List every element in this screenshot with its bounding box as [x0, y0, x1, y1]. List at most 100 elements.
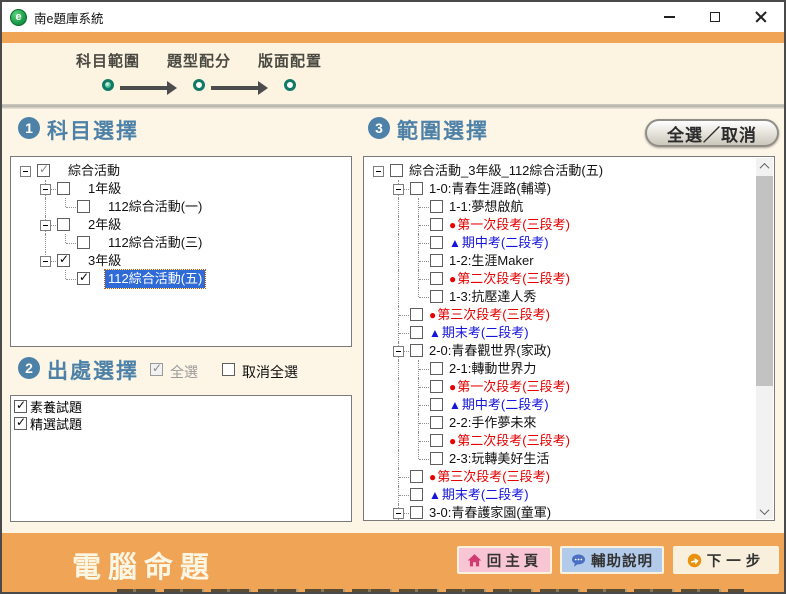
tree-item-label[interactable]: ●第三次段考(三段考) [426, 468, 553, 486]
tree-checkbox[interactable] [390, 164, 403, 177]
tree-guide [369, 288, 389, 306]
list-item-label[interactable]: 精選試題 [30, 414, 82, 433]
tree-expander-icon[interactable] [40, 256, 51, 267]
tree-checkbox[interactable] [37, 164, 50, 177]
tree-checkbox[interactable] [77, 200, 90, 213]
list-checkbox[interactable] [14, 400, 27, 413]
tree-connector [409, 414, 429, 432]
tree-checkbox-cell [76, 198, 93, 216]
tree-item-label[interactable]: 112綜合活動(一) [105, 198, 205, 216]
minimize-icon [664, 16, 675, 18]
tree-checkbox[interactable] [430, 452, 443, 465]
tree-expander-icon[interactable] [20, 166, 31, 177]
tree-checkbox-cell [409, 306, 426, 324]
tree-item-label[interactable]: 1-3:抗壓達人秀 [446, 288, 539, 306]
tree-row: 3-0:青春護家園(童軍) [369, 504, 774, 521]
tree-expander-icon[interactable] [393, 346, 404, 357]
tree-row: ●第二次段考(三段考) [369, 432, 774, 450]
tree-item-label[interactable]: ▲期末考(二段考) [426, 324, 532, 342]
tree-checkbox[interactable] [77, 272, 90, 285]
tree-item-label[interactable]: ▲期中考(二段考) [446, 396, 552, 414]
app-logo-icon: e [10, 9, 27, 26]
tree-item-label[interactable]: ●第二次段考(三段考) [446, 432, 573, 450]
tree-checkbox[interactable] [430, 254, 443, 267]
help-bubble-icon [571, 553, 586, 568]
tree-checkbox-cell [429, 378, 446, 396]
tree-item-label[interactable]: 1年級 [85, 180, 124, 198]
tree-item-label[interactable]: ●第二次段考(三段考) [446, 270, 573, 288]
close-button[interactable] [738, 2, 784, 32]
tree-checkbox[interactable] [57, 182, 70, 195]
tree-checkbox-cell [429, 216, 446, 234]
tree-item-label[interactable]: 1-1:夢想啟航 [446, 198, 526, 216]
tree-item-label[interactable]: 2-2:手作夢未來 [446, 414, 539, 432]
tree-checkbox[interactable] [410, 488, 423, 501]
tree-item-label[interactable]: 112綜合活動(三) [105, 234, 205, 252]
tree-guide [16, 252, 36, 270]
tree-expander-icon[interactable] [40, 220, 51, 231]
tree-item-label[interactable]: 3年級 [85, 252, 124, 270]
wizard-step-label: 科目範圍 [76, 50, 140, 71]
deselect-all-checkbox[interactable] [222, 363, 235, 376]
tree-expander-icon[interactable] [373, 166, 384, 177]
tree-checkbox[interactable] [410, 344, 423, 357]
tree-checkbox[interactable] [410, 506, 423, 519]
tree-item-label[interactable]: ●第三次段考(三段考) [426, 306, 553, 324]
tree-expander-icon[interactable] [393, 508, 404, 519]
tree-checkbox[interactable] [410, 308, 423, 321]
tree-item-label[interactable]: 2-3:玩轉美好生活 [446, 450, 552, 468]
tree-expander-icon[interactable] [40, 184, 51, 195]
minimize-button[interactable] [646, 2, 692, 32]
tree-item-label[interactable]: ▲期末考(二段考) [426, 486, 532, 504]
tree-item-label[interactable]: ●第一次段考(三段考) [446, 216, 573, 234]
tree-item-label[interactable]: 綜合活動 [65, 162, 123, 180]
list-item[interactable]: 精選試題 [11, 415, 351, 432]
tree-item-label[interactable]: 1-0:青春生涯路(輔導) [426, 180, 554, 198]
tree-item-label[interactable]: 3-0:青春護家園(童軍) [426, 504, 554, 521]
scroll-down-button[interactable] [756, 503, 773, 519]
tree-item-label[interactable]: 112綜合活動(五) [105, 270, 205, 288]
next-button[interactable]: 下一步 [673, 546, 779, 574]
tree-expander-icon[interactable] [393, 184, 404, 195]
select-all-checkbox[interactable] [150, 363, 163, 376]
tree-checkbox[interactable] [410, 182, 423, 195]
tree-checkbox[interactable] [430, 290, 443, 303]
list-checkbox[interactable] [14, 417, 27, 430]
list-item[interactable]: 素養試題 [11, 398, 351, 415]
tree-checkbox[interactable] [430, 380, 443, 393]
tree-checkbox[interactable] [430, 272, 443, 285]
tree-item-label[interactable]: 2-0:青春觀世界(家政) [426, 342, 554, 360]
tree-checkbox[interactable] [430, 398, 443, 411]
maximize-button[interactable] [692, 2, 738, 32]
tree-checkbox[interactable] [57, 218, 70, 231]
tree-checkbox[interactable] [410, 326, 423, 339]
tree-checkbox[interactable] [430, 236, 443, 249]
exam-circle-marker-icon: ● [449, 272, 456, 286]
tree-checkbox[interactable] [57, 254, 70, 267]
tree-checkbox[interactable] [410, 470, 423, 483]
tree-checkbox[interactable] [77, 236, 90, 249]
tree-guide [36, 234, 56, 252]
scrollbar[interactable] [756, 158, 773, 519]
select-all-label[interactable]: 全選 [170, 362, 198, 382]
home-button-label: 回主頁 [487, 550, 543, 571]
tree-item-label[interactable]: ●第一次段考(三段考) [446, 378, 573, 396]
deselect-all-label[interactable]: 取消全選 [242, 362, 298, 382]
tree-checkbox[interactable] [430, 434, 443, 447]
tree-checkbox[interactable] [430, 218, 443, 231]
tree-item-label[interactable]: 2-1:轉動世界力 [446, 360, 539, 378]
tree-item-label[interactable]: 1-2:生涯Maker [446, 252, 537, 270]
tree-guide [369, 378, 389, 396]
tree-checkbox[interactable] [430, 416, 443, 429]
tree-item-label[interactable]: 2年級 [85, 216, 124, 234]
tree-item-label[interactable]: 綜合活動_3年級_112綜合活動(五) [406, 162, 606, 180]
scrollbar-thumb[interactable] [756, 176, 773, 386]
tree-checkbox-cell [429, 432, 446, 450]
tree-checkbox[interactable] [430, 362, 443, 375]
help-button[interactable]: 輔助說明 [560, 546, 664, 574]
scroll-up-button[interactable] [756, 158, 773, 174]
tree-item-label[interactable]: ▲期中考(二段考) [446, 234, 552, 252]
home-button[interactable]: 回主頁 [457, 546, 552, 574]
select-all-toggle-button[interactable]: 全選／取消 [645, 119, 779, 147]
tree-checkbox[interactable] [430, 200, 443, 213]
